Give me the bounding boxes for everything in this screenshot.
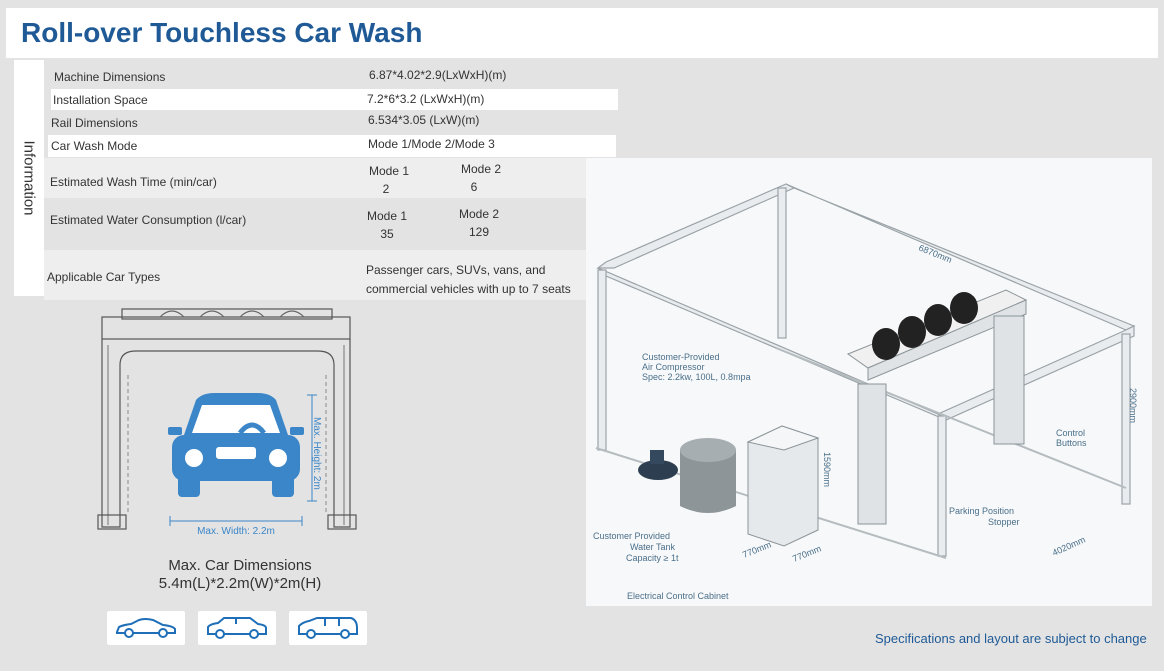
control-buttons-label-2: Buttons [1056,438,1087,448]
max-car-dimensions: Max. Car Dimensions 5.4m(L)*2.2m(W)*2m(H… [120,557,360,593]
height-dimension: 2900mm [1128,388,1138,423]
car-front-icon [168,393,304,497]
width-dimension: 4020mm [1051,534,1087,557]
mode-label: Mode 1 [368,164,410,178]
suv-type [198,611,276,645]
parking-stopper-label-2: Stopper [988,517,1020,527]
information-tab: Information [14,60,44,296]
spec-row-installation-space: Installation Space 7.2*6*3.2 (LxWxH)(m) [51,89,618,110]
cabinet-width-2: 770mm [791,543,823,564]
mode-value: 2 [382,182,390,196]
cabinet-width-1: 770mm [741,539,773,560]
width-dimension-line [169,516,303,526]
spec-value: Mode 1/Mode 2/Mode 3 [368,137,495,151]
compressor-label-3: Spec: 2.2kw, 100L, 0.8mpa [642,372,751,382]
mode-value: 6 [470,180,478,194]
mode-value: 129 [468,225,490,239]
spec-label: Applicable Car Types [47,270,161,284]
car-types-value: Passenger cars, SUVs, vans, and commerci… [366,261,571,299]
air-compressor [638,450,678,480]
compressor-label-1: Customer-Provided [642,352,720,362]
brush-rollers [159,310,305,318]
water-tank-label-2: Water Tank [630,542,676,552]
spec-label: Machine Dimensions [54,70,166,84]
spec-label: Estimated Water Consumption (l/car) [50,213,247,227]
max-height-label: Max. Height: 2m [311,417,322,490]
parking-stopper-label-1: Parking Position [949,506,1014,516]
electrical-cabinet [746,425,820,547]
spec-label: Rail Dimensions [51,116,138,130]
information-label: Information [20,140,38,216]
cabinet-height-dimension: 1590mm [822,452,832,487]
spec-value: 7.2*6*3.2 (LxWxH)(m) [367,92,485,106]
sedan-icon [116,618,176,638]
mode-label: Mode 1 [366,209,408,223]
car-types-line1: Passenger cars, SUVs, vans, and [366,263,546,277]
spec-row-rail-dimensions: Rail Dimensions 6.534*3.05 (LxW)(m) [48,112,616,134]
washing-gantry [846,289,1028,525]
title-bar: Roll-over Touchless Car Wash [6,8,1158,58]
spec-label: Estimated Wash Time (min/car) [50,175,217,189]
water-mode2: Mode 2 129 [450,205,508,241]
spec-label: Installation Space [53,93,148,107]
footer-note: Specifications and layout are subject to… [875,631,1147,646]
mode-label: Mode 2 [458,207,500,221]
suv-icon [207,617,267,639]
mode-label: Mode 2 [460,162,502,176]
water-tank [680,438,736,513]
max-car-dimensions-value: 5.4m(L)*2.2m(W)*2m(H) [158,575,322,592]
wash-time-mode2: Mode 2 6 [452,160,510,196]
cabinet-label: Electrical Control Cabinet [627,591,729,601]
spec-value: 6.534*3.05 (LxW)(m) [368,113,480,127]
spec-value: 6.87*4.02*2.9(LxWxH)(m) [369,68,507,82]
equipment-layout-diagram: 6870mm 2900mm 4020mm 1590mm 770mm 770mm … [586,158,1152,606]
car-types-line2: commercial vehicles with up to 7 seats [366,282,571,296]
max-width-label: Max. Width: 2.2m [197,526,275,537]
water-tank-label-3: Capacity ≥ 1t [626,553,679,563]
car-dimension-diagram: Max. Height: 2m Max. Width: 2.2m [97,308,357,537]
compressor-label-2: Air Compressor [642,362,705,372]
spec-row-machine-dimensions: Machine Dimensions 6.87*4.02*2.9(LxWxH)(… [48,66,616,88]
spec-label: Car Wash Mode [51,139,138,153]
max-car-dimensions-title: Max. Car Dimensions [168,557,312,574]
control-buttons-label-1: Control [1056,428,1085,438]
wash-time-mode1: Mode 1 2 [360,162,418,198]
water-mode1: Mode 1 35 [358,207,416,243]
page-title: Roll-over Touchless Car Wash [21,17,423,48]
van-icon [298,617,358,639]
water-tank-label-1: Customer Provided [593,531,670,541]
spec-row-car-wash-mode: Car Wash Mode Mode 1/Mode 2/Mode 3 [48,135,616,157]
mode-value: 35 [380,227,394,241]
van-type [289,611,367,645]
sedan-type [107,611,185,645]
